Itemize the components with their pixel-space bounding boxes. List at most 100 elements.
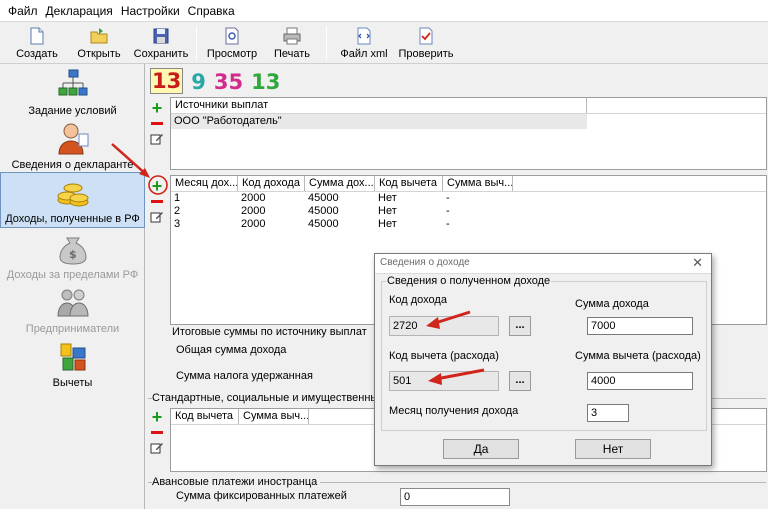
income-dialog: Сведения о доходе ✕ Сведения о полученно… bbox=[374, 253, 712, 466]
cell-income-code: 2000 bbox=[241, 192, 266, 204]
svg-text:$: $ bbox=[69, 248, 77, 261]
preview-button[interactable]: Просмотр bbox=[203, 24, 261, 62]
dialog-title: Сведения о доходе bbox=[380, 257, 470, 268]
tab-rate-35[interactable]: 35 bbox=[214, 70, 243, 94]
cell-income-sum: 45000 bbox=[308, 218, 339, 230]
left-navigation: Задание условий Сведения о декларанте До… bbox=[0, 64, 145, 509]
income-code-browse-button[interactable]: ... bbox=[509, 316, 531, 336]
edit-deduction-icon[interactable] bbox=[150, 440, 164, 457]
tab-rate-9[interactable]: 9 bbox=[191, 70, 206, 94]
deduction-sum-field[interactable]: 4000 bbox=[587, 372, 693, 390]
dialog-titlebar: Сведения о доходе ✕ bbox=[375, 254, 711, 274]
cell-income-code: 2000 bbox=[241, 218, 266, 230]
month-label: Месяц получения дохода bbox=[389, 405, 519, 417]
open-button[interactable]: Открыть bbox=[74, 24, 124, 62]
menu-declaration[interactable]: Декларация bbox=[42, 4, 117, 18]
xml-file-label: Файл xml bbox=[340, 48, 388, 60]
save-button[interactable]: Сохранить bbox=[132, 24, 190, 62]
income-header: Месяц дох... Код дохода Сумма дох... Код… bbox=[171, 176, 766, 192]
no-button[interactable]: Нет bbox=[575, 439, 651, 459]
save-label: Сохранить bbox=[133, 48, 189, 60]
nav-item-income-abroad[interactable]: $ Доходы за пределами РФ bbox=[0, 232, 145, 281]
close-icon[interactable]: ✕ bbox=[692, 255, 703, 271]
check-label: Проверить bbox=[398, 48, 454, 60]
fixed-payments-input[interactable]: 0 bbox=[400, 488, 510, 506]
col-month[interactable]: Месяц дох... bbox=[171, 176, 238, 191]
sources-column-header[interactable]: Источники выплат bbox=[171, 98, 587, 113]
deduction-code-field[interactable]: 501 bbox=[389, 371, 499, 391]
table-row[interactable]: 1 2000 45000 Нет - bbox=[171, 192, 766, 205]
cell-deduction-sum: - bbox=[446, 205, 450, 217]
nav-label-entrepreneurs: Предприниматели bbox=[25, 323, 120, 335]
deductions-buttons: + bbox=[150, 408, 164, 457]
open-label: Открыть bbox=[77, 48, 121, 60]
deduction-code-browse-button[interactable]: ... bbox=[509, 371, 531, 391]
check-document-icon bbox=[419, 27, 433, 45]
col-income-sum[interactable]: Сумма дох... bbox=[305, 176, 375, 191]
deductions-section-title: Стандартные, социальные и имущественные bbox=[152, 392, 388, 404]
table-row[interactable]: ООО "Работодатель" bbox=[171, 114, 587, 129]
remove-source-icon[interactable] bbox=[151, 122, 163, 125]
nav-label-declarant: Сведения о декларанте bbox=[11, 159, 134, 171]
advance-title: Авансовые платежи иностранца bbox=[152, 476, 321, 488]
yes-button[interactable]: Да bbox=[443, 439, 519, 459]
coins-icon bbox=[57, 183, 88, 207]
check-button[interactable]: Проверить bbox=[396, 24, 456, 62]
add-deduction-icon[interactable]: + bbox=[152, 408, 163, 426]
nav-item-income-rf[interactable]: Доходы, полученные в РФ bbox=[0, 172, 145, 228]
nav-item-entrepreneurs[interactable]: Предприниматели bbox=[0, 286, 145, 335]
nav-item-deductions[interactable]: Вычеты bbox=[0, 340, 145, 389]
dialog-group-label: Сведения о полученном доходе bbox=[386, 275, 552, 287]
xml-file-button[interactable]: Файл xml bbox=[338, 24, 390, 62]
open-folder-icon bbox=[90, 28, 108, 44]
menu-settings[interactable]: Настройки bbox=[117, 4, 184, 18]
menu-help[interactable]: Справка bbox=[184, 4, 239, 18]
sources-header: Источники выплат bbox=[171, 98, 766, 114]
col-deduction-code[interactable]: Код вычета bbox=[171, 409, 239, 424]
add-source-icon[interactable]: + bbox=[152, 99, 163, 117]
total-income-label: Общая сумма дохода bbox=[176, 344, 287, 356]
print-label: Печать bbox=[273, 48, 311, 60]
preview-document-icon bbox=[225, 27, 239, 45]
nav-label-income-rf: Доходы, полученные в РФ bbox=[5, 213, 140, 225]
col-income-code[interactable]: Код дохода bbox=[238, 176, 305, 191]
month-field[interactable]: 3 bbox=[587, 404, 629, 422]
toolbar-separator bbox=[196, 26, 197, 60]
tab-rate-13-selected[interactable]: 13 bbox=[150, 68, 184, 94]
nav-label-income-abroad: Доходы за пределами РФ bbox=[6, 269, 139, 281]
add-income-icon[interactable]: + bbox=[152, 177, 163, 195]
toolbar: Создать Открыть Сохранить Просмотр Печат… bbox=[0, 22, 768, 64]
print-button[interactable]: Печать bbox=[270, 24, 314, 62]
remove-income-icon[interactable] bbox=[151, 200, 163, 203]
tab-rate-13[interactable]: 13 bbox=[251, 70, 280, 94]
floppy-disk-icon bbox=[153, 28, 169, 44]
tax-withheld-label: Сумма налога удержанная bbox=[176, 370, 313, 382]
cell-income-sum: 45000 bbox=[308, 205, 339, 217]
toolbar-separator bbox=[326, 26, 327, 60]
cell-deduction-sum: - bbox=[446, 192, 450, 204]
deduction-code-label: Код вычета (расхода) bbox=[389, 350, 499, 362]
nav-item-declarant[interactable]: Сведения о декларанте bbox=[0, 122, 145, 171]
income-code-field[interactable]: 2720 bbox=[389, 316, 499, 336]
create-button[interactable]: Создать bbox=[14, 24, 60, 62]
cell-deduction-sum: - bbox=[446, 218, 450, 230]
remove-deduction-icon[interactable] bbox=[151, 431, 163, 434]
money-bag-icon: $ bbox=[58, 237, 87, 265]
col-deduction-code[interactable]: Код вычета bbox=[375, 176, 443, 191]
create-label: Создать bbox=[16, 48, 58, 60]
table-row[interactable]: 2 2000 45000 Нет - bbox=[171, 205, 766, 218]
nav-item-conditions[interactable]: Задание условий bbox=[0, 68, 145, 117]
income-sum-label: Сумма дохода bbox=[575, 298, 649, 310]
menu-file[interactable]: Файл bbox=[4, 4, 42, 18]
income-sum-field[interactable]: 7000 bbox=[587, 317, 693, 335]
sources-buttons: + bbox=[150, 99, 164, 148]
table-row[interactable]: 3 2000 45000 Нет - bbox=[171, 218, 766, 231]
edit-source-icon[interactable] bbox=[150, 131, 164, 148]
col-deduction-sum[interactable]: Сумма выч... bbox=[443, 176, 513, 191]
edit-income-icon[interactable] bbox=[150, 209, 164, 226]
printer-icon bbox=[283, 27, 301, 45]
income-code-label: Код дохода bbox=[389, 294, 447, 306]
nav-label-deductions: Вычеты bbox=[52, 377, 93, 389]
col-deduction-sum[interactable]: Сумма выч... bbox=[239, 409, 309, 424]
deduction-sum-label: Сумма вычета (расхода) bbox=[575, 350, 701, 362]
